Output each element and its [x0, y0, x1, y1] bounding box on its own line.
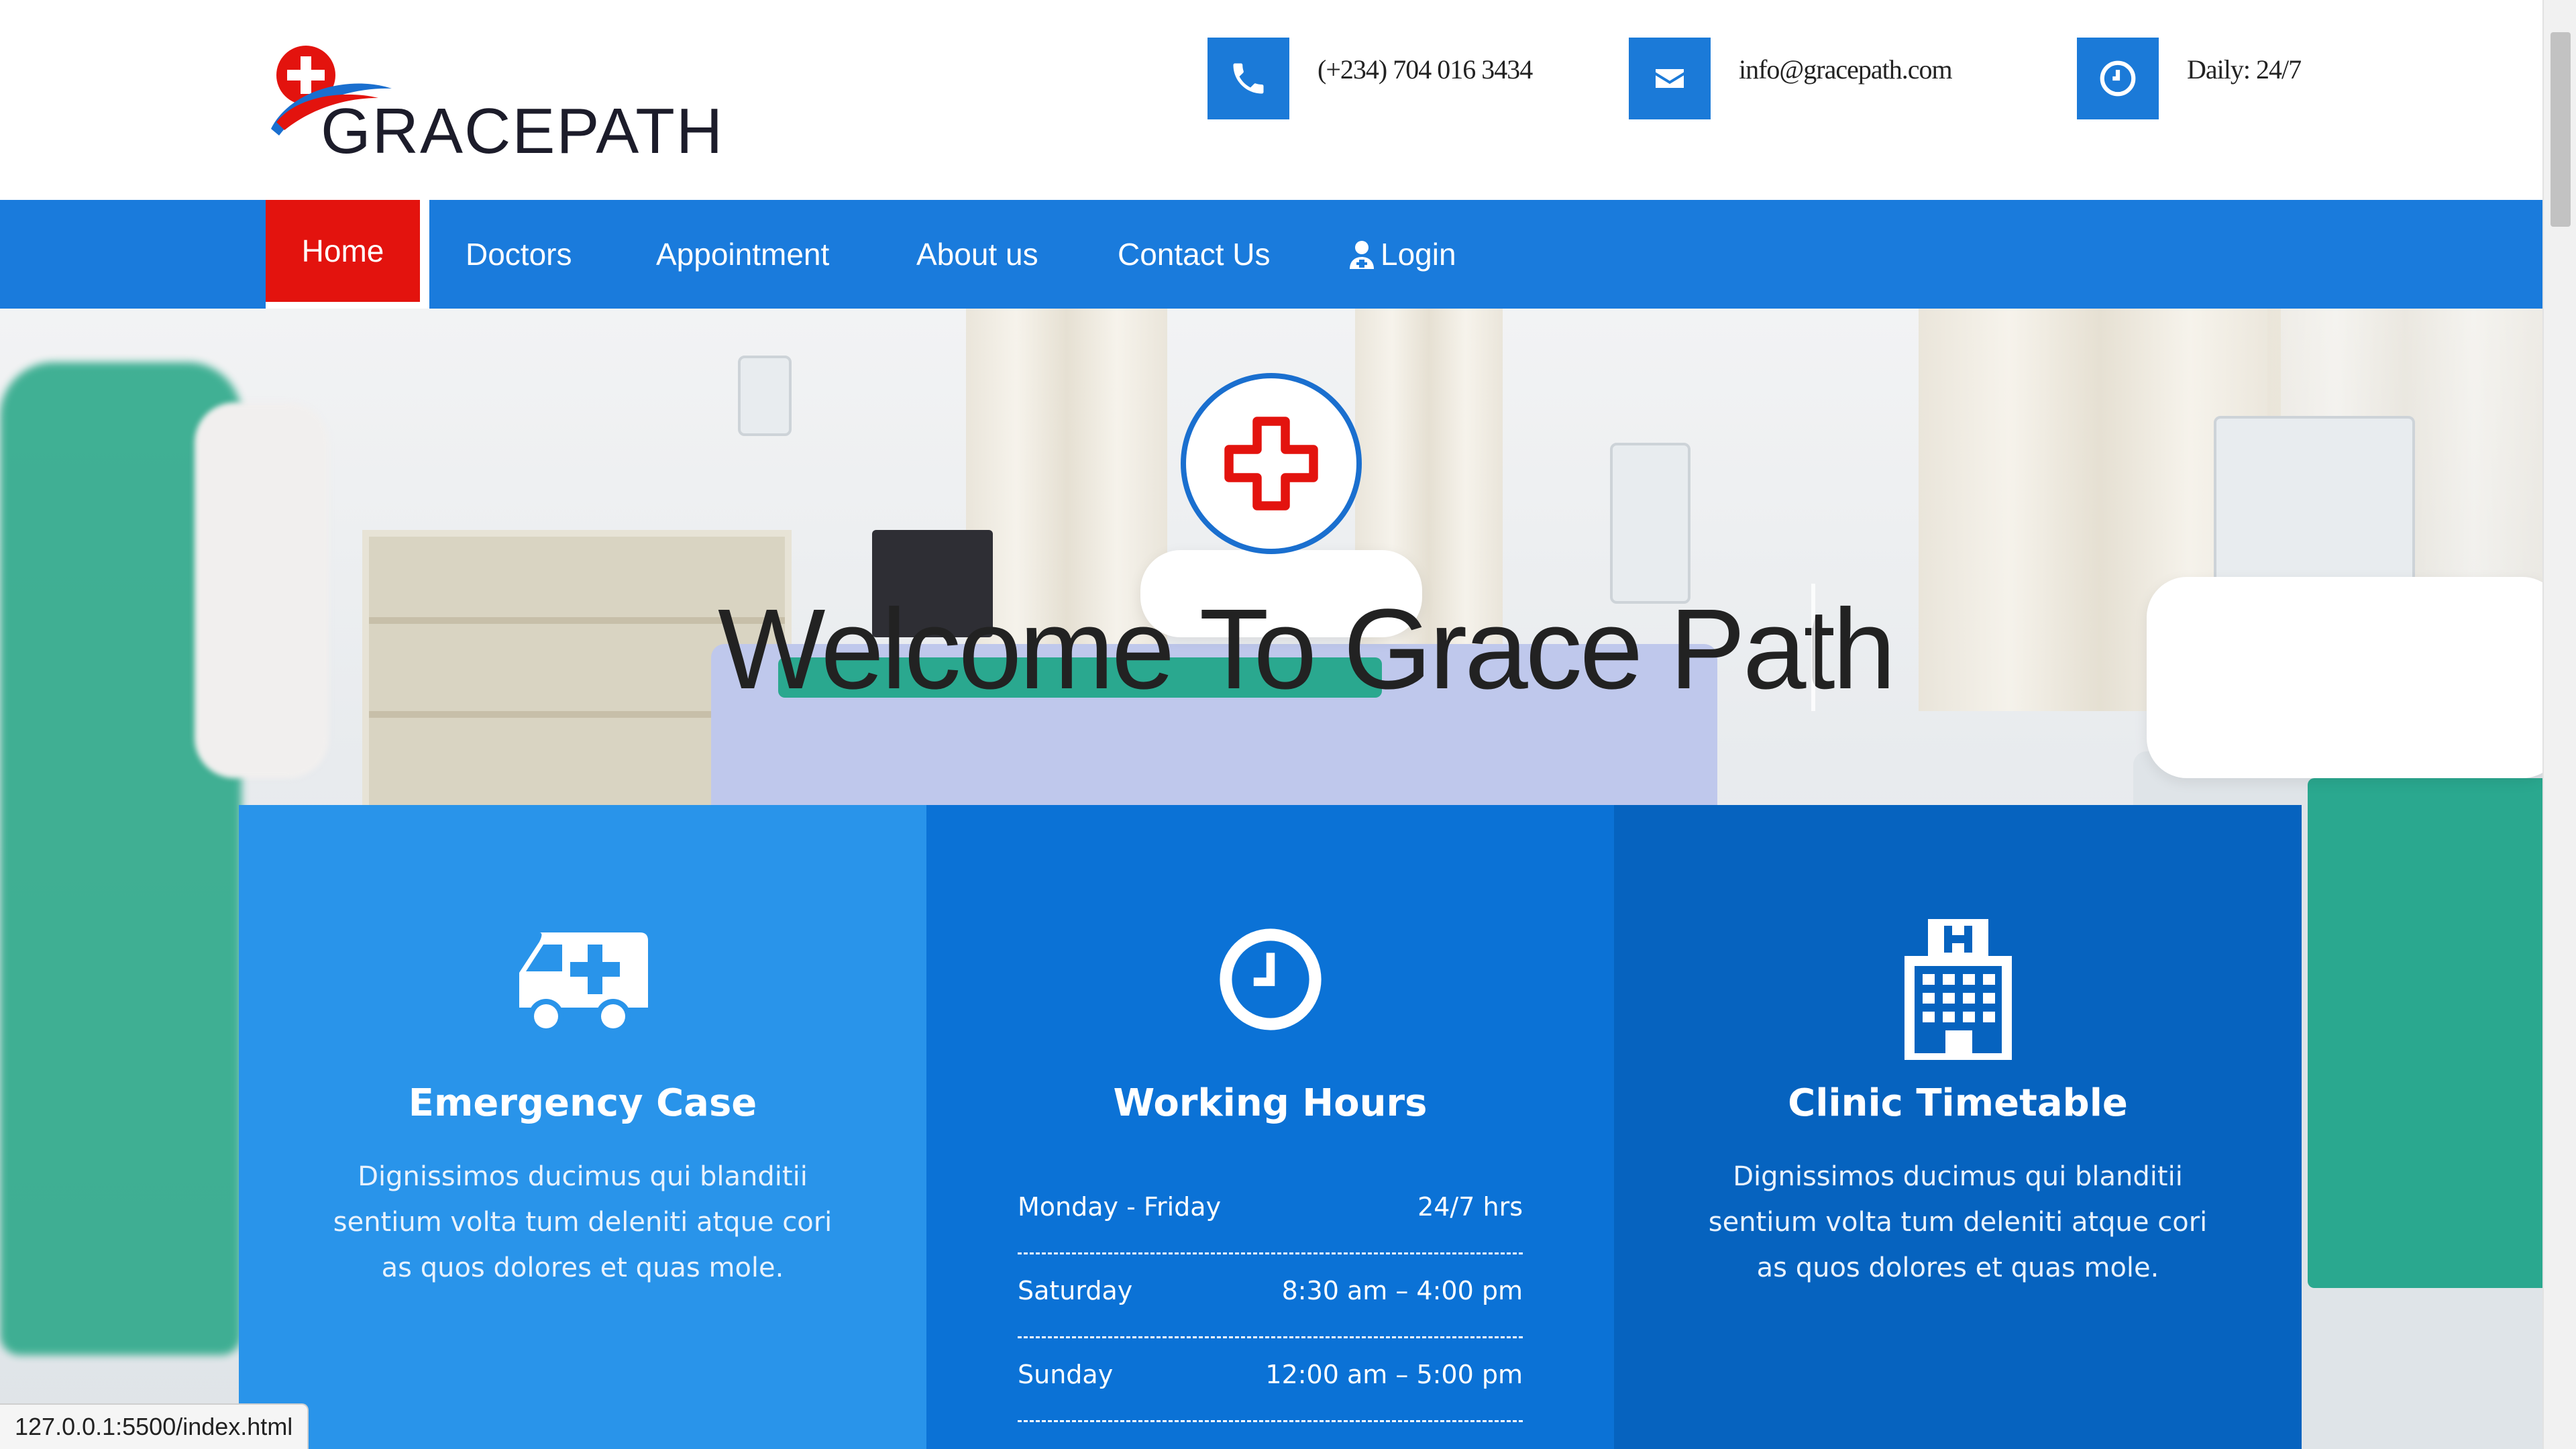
medical-cross-icon	[1224, 417, 1318, 511]
hours-day: Sunday	[1018, 1360, 1114, 1389]
card-icon-wrap	[926, 919, 1614, 1053]
hero-text-caret	[1811, 584, 1815, 711]
hero-badge	[1181, 373, 1362, 554]
nav-home[interactable]: Home	[266, 200, 420, 309]
nav-about-us[interactable]: About us	[916, 200, 1038, 309]
working-hours-card: Working Hours Monday - Friday 24/7 hrs S…	[926, 805, 1614, 1449]
clock-icon	[1219, 928, 1322, 1030]
email-icon-box	[1629, 38, 1711, 119]
clock-icon	[2100, 60, 2136, 97]
opening-hours: Daily: 24/7	[2187, 54, 2302, 85]
link-status-bar: 127.0.0.1:5500/index.html	[0, 1403, 309, 1449]
phone-icon-box	[1208, 38, 1289, 119]
envelope-icon	[1656, 69, 1684, 88]
main-nav: Home Doctors Appointment About us Contac…	[0, 200, 2542, 309]
gracepath-logo[interactable]: GRACEPATH	[264, 42, 722, 164]
emergency-card: Emergency Case Dignissimos ducimus qui b…	[239, 805, 926, 1449]
nav-contact-us[interactable]: Contact Us	[1118, 200, 1271, 309]
hero-pillow-right	[2147, 577, 2542, 778]
clock-icon-box	[2077, 38, 2159, 119]
nav-login-label: Login	[1381, 237, 1456, 272]
hero-oxygen-left	[1610, 443, 1690, 604]
phone-icon	[1233, 63, 1264, 94]
hero-wall-panel	[738, 356, 792, 436]
hospital-icon	[1904, 919, 2012, 1060]
hours-time: 12:00 am – 5:00 pm	[1265, 1360, 1523, 1389]
hours-day: Monday - Friday	[1018, 1192, 1222, 1222]
hours-row: Saturday 8:30 am – 4:00 pm	[1018, 1254, 1523, 1338]
hours-row: Monday - Friday 24/7 hrs	[1018, 1171, 1523, 1254]
hours-day: Saturday	[1018, 1276, 1133, 1305]
card-title: Clinic Timetable	[1788, 1081, 2128, 1125]
card-title: Emergency Case	[408, 1081, 757, 1125]
hours-time: 8:30 am – 4:00 pm	[1281, 1276, 1523, 1305]
hero-oxygen-right	[2214, 416, 2415, 590]
phone-number[interactable]: (+234) 704 016 3434	[1318, 54, 1533, 85]
site-header: GRACEPATH (+234) 704 016 3434 info@grace…	[0, 0, 2542, 200]
hours-time: 24/7 hrs	[1417, 1192, 1523, 1222]
scrollbar-thumb[interactable]	[2551, 32, 2571, 227]
email-address[interactable]: info@gracepath.com	[1739, 54, 1953, 85]
hours-row: Sunday 12:00 am – 5:00 pm	[1018, 1338, 1523, 1422]
hero-title: Welcome To Grace Path	[718, 586, 1896, 713]
nav-doctors[interactable]: Doctors	[466, 200, 572, 309]
card-text: Dignissimos ducimus qui blanditii sentiu…	[1708, 1161, 2208, 1283]
nav-login[interactable]: Login	[1348, 200, 1456, 309]
card-icon-wrap	[239, 919, 926, 1053]
card-text: Dignissimos ducimus qui blanditii sentiu…	[333, 1161, 833, 1283]
hero-sheet-right	[2308, 778, 2542, 1288]
clinic-timetable-card: Clinic Timetable Dignissimos ducimus qui…	[1614, 805, 2302, 1449]
page-scrollbar[interactable]	[2542, 0, 2576, 1449]
hours-table: Monday - Friday 24/7 hrs Saturday 8:30 a…	[1018, 1171, 1523, 1422]
ambulance-icon	[519, 932, 648, 1034]
user-doctor-icon	[1350, 241, 1374, 269]
card-title: Working Hours	[1113, 1081, 1428, 1125]
card-icon-wrap	[1614, 919, 2302, 1060]
logo-wordmark: GRACEPATH	[321, 95, 724, 167]
nav-appointment[interactable]: Appointment	[656, 200, 829, 309]
hero-doctor-figure	[195, 402, 329, 778]
